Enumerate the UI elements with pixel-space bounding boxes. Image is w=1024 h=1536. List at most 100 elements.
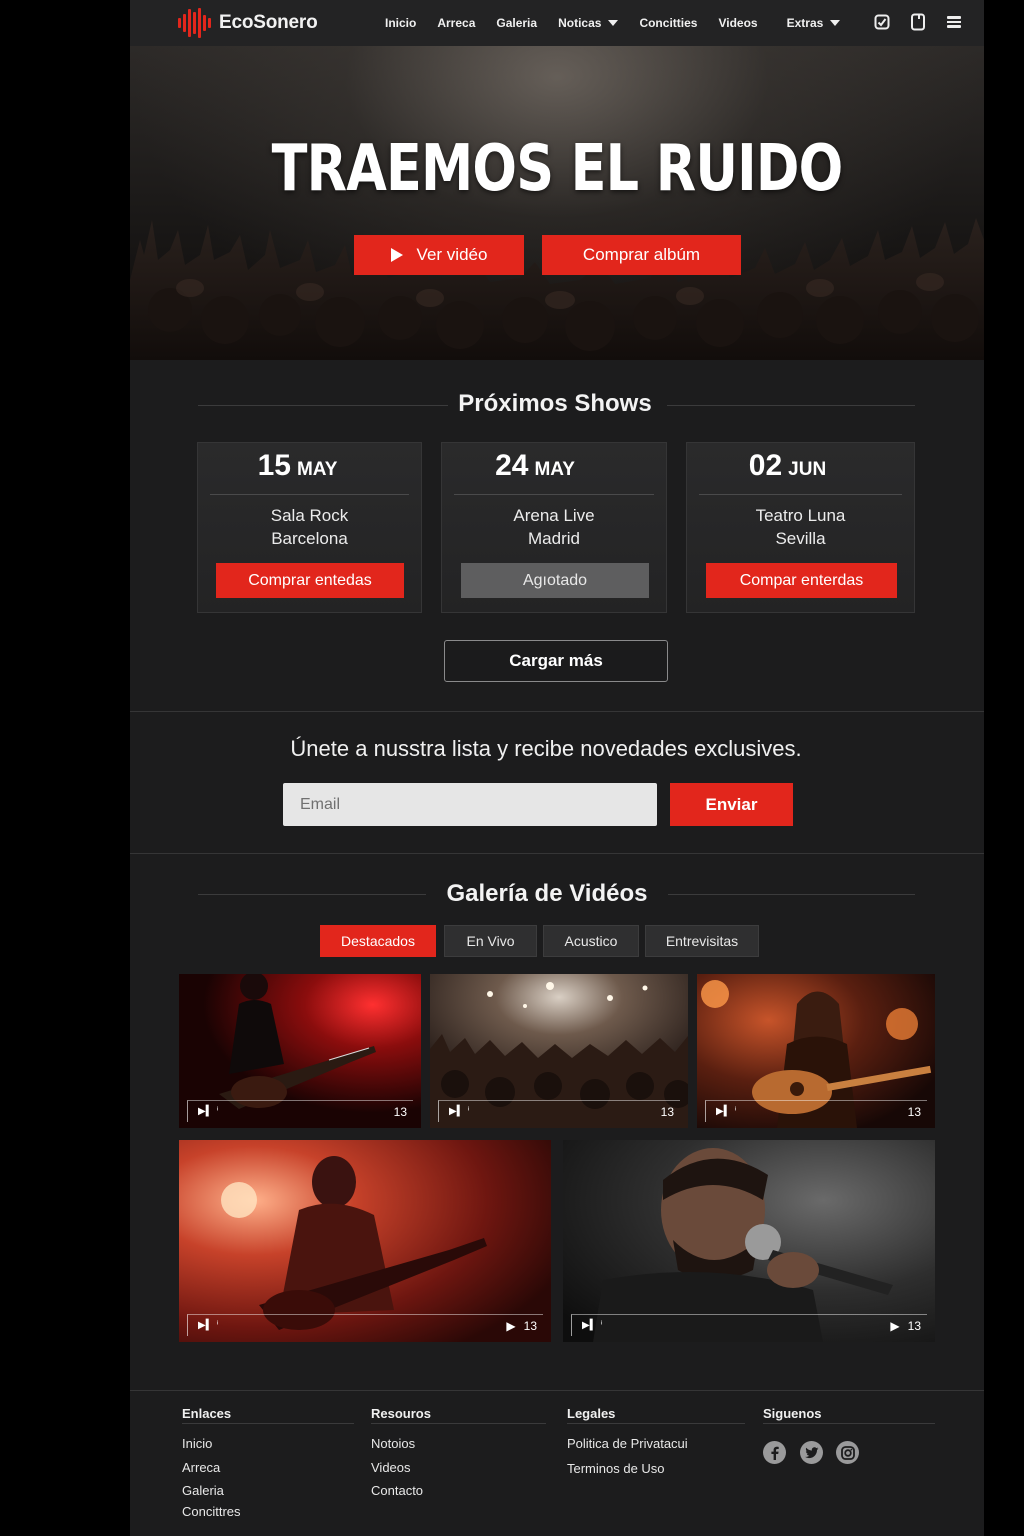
tablet-icon[interactable] — [908, 12, 928, 32]
hero-banner: TRAEMOS EL RUIDO Ver vidéo Comprar albúm — [130, 46, 984, 360]
tab-entrevistas[interactable]: Entrevisitas — [645, 925, 759, 957]
footer-divider — [182, 1423, 354, 1424]
footer-heading-links: Enlaces — [182, 1406, 232, 1421]
card-divider — [699, 494, 902, 495]
main-menu: Inicio Arreca Galeria Noticas Concitties… — [385, 0, 861, 46]
footer-heading-follow: Siguenos — [763, 1406, 822, 1421]
footer-heading-legal: Legales — [567, 1406, 616, 1421]
show-card: 24 MAY Arena Live Madrid Agıotado — [441, 442, 667, 613]
view-count-value: 13 — [523, 1318, 537, 1333]
buy-tickets-button[interactable]: Compar enterdas — [706, 563, 897, 598]
email-input[interactable] — [283, 783, 657, 826]
card-divider — [210, 494, 409, 495]
nav-item-arreca[interactable]: Arreca — [437, 16, 475, 30]
footer-heading-resources: Resouros — [371, 1406, 431, 1421]
section-divider — [130, 1390, 984, 1391]
section-divider — [130, 711, 984, 712]
twitter-icon[interactable] — [800, 1441, 823, 1464]
video-camera-icon[interactable]: ▶▍ ⁱ — [449, 1106, 469, 1117]
video-thumbnail[interactable]: ▶▍ ⁱ ▶ 13 — [179, 1140, 551, 1342]
show-day: 24 — [495, 449, 529, 482]
video-camera-icon[interactable]: ▶▍ ⁱ — [716, 1106, 736, 1117]
video-thumbnail[interactable]: ▶▍ ⁱ 13 — [697, 974, 935, 1128]
video-thumbnail[interactable]: ▶▍ ⁱ 13 — [179, 974, 421, 1128]
footer-link-notoios[interactable]: Notoios — [371, 1436, 415, 1451]
footer-link-terms[interactable]: Terminos de Uso — [567, 1461, 665, 1476]
video-controls: ▶▍ ⁱ ▶ 13 — [187, 1314, 543, 1336]
show-date: 24 MAY — [423, 449, 647, 483]
send-button[interactable]: Enviar — [670, 783, 793, 826]
footer-link-concittres[interactable]: Concittres — [182, 1504, 241, 1519]
chevron-down-icon — [608, 20, 619, 26]
nav-item-extras[interactable]: Extras — [787, 16, 841, 30]
show-venue: Arena Live — [513, 506, 595, 525]
video-thumbnail[interactable]: ▶▍ ⁱ ▶ 13 — [563, 1140, 935, 1342]
nav-item-noticas[interactable]: Noticas — [558, 16, 619, 30]
video-camera-icon[interactable]: ▶▍ ⁱ — [582, 1320, 602, 1331]
video-camera-icon[interactable]: ▶▍ ⁱ — [198, 1106, 218, 1117]
footer-link-privacy[interactable]: Politica de Privatacui — [567, 1436, 688, 1451]
show-city: Barcelona — [271, 529, 348, 548]
gallery-title: Galería de Vidéos — [446, 880, 648, 907]
menu-icon[interactable] — [944, 12, 964, 32]
show-card: 15 MAY Sala Rock Barcelona Comprar enteda… — [197, 442, 422, 613]
nav-item-galeria[interactable]: Galeria — [496, 16, 537, 30]
show-day: 15 — [257, 449, 291, 482]
nav-item-inicio[interactable]: Inicio — [385, 16, 416, 30]
nav-item-videos[interactable]: Videos — [718, 16, 757, 30]
video-controls: ▶▍ ⁱ 13 — [438, 1100, 680, 1122]
tab-en-vivo[interactable]: En Vivo — [444, 925, 537, 957]
video-controls: ▶▍ ⁱ ▶ 13 — [571, 1314, 927, 1336]
show-day: 02 — [748, 449, 783, 482]
video-controls: ▶▍ ⁱ 13 — [705, 1100, 927, 1122]
video-camera-icon[interactable]: ▶▍ ⁱ — [198, 1320, 218, 1331]
play-icon[interactable]: ▶ — [506, 1319, 515, 1333]
footer-link-inicio[interactable]: Inicio — [182, 1436, 212, 1451]
footer-divider — [371, 1423, 546, 1424]
show-city: Sevilla — [775, 529, 826, 548]
footer-link-videos[interactable]: Videos — [371, 1460, 411, 1475]
show-date: 02 JUN — [674, 449, 901, 483]
nav-item-noticas-label: Noticas — [558, 16, 602, 30]
buy-tickets-button[interactable]: Comprar entedas — [216, 563, 404, 598]
hero-title: TRAEMOS EL RUIDO — [271, 132, 844, 206]
nav-item-extras-label: Extras — [786, 16, 824, 30]
show-month: MAY — [296, 459, 338, 480]
watch-video-button[interactable]: Ver vidéo — [354, 235, 524, 275]
play-icon[interactable]: ▶ — [890, 1319, 899, 1333]
brand-name: EcoSonero — [219, 12, 318, 33]
view-count: ▶ 13 — [890, 1319, 921, 1333]
nav-item-concitties[interactable]: Concitties — [639, 16, 697, 30]
load-more-button[interactable]: Cargar más — [444, 640, 668, 682]
nav-icon-group — [872, 12, 964, 32]
footer-link-contacto[interactable]: Contacto — [371, 1483, 423, 1498]
show-date: 15 MAY — [186, 449, 409, 483]
view-count: 13 — [907, 1104, 921, 1119]
page: EcoSonero Inicio Arreca Galeria Noticas … — [130, 0, 984, 1536]
shows-title: Próximos Shows — [458, 390, 652, 417]
view-count-value: 13 — [907, 1318, 921, 1333]
video-thumbnail[interactable]: ▶▍ ⁱ 13 — [430, 974, 688, 1128]
buy-album-button[interactable]: Comprar albúm — [542, 235, 741, 275]
view-count: ▶ 13 — [506, 1319, 537, 1333]
sold-out-button: Agıotado — [461, 563, 649, 598]
tab-destacados[interactable]: Destacados — [320, 925, 436, 957]
view-count: 13 — [393, 1104, 407, 1119]
show-city: Madrid — [528, 529, 580, 548]
tab-acustico[interactable]: Acustico — [543, 925, 639, 957]
instagram-icon[interactable] — [836, 1441, 859, 1464]
facebook-icon[interactable] — [763, 1441, 786, 1464]
checkbox-icon[interactable] — [872, 12, 892, 32]
chevron-down-icon — [830, 20, 841, 26]
footer-link-arreca[interactable]: Arreca — [182, 1460, 220, 1475]
footer-divider — [567, 1423, 745, 1424]
show-venue: Sala Rock — [270, 506, 349, 525]
singer-microphone-image — [563, 1140, 935, 1342]
brand-logo[interactable]: EcoSonero — [178, 8, 318, 38]
show-month: JUN — [788, 459, 827, 480]
guitarist-fire-image — [179, 1140, 551, 1342]
view-count: 13 — [660, 1104, 674, 1119]
show-month: MAY — [534, 459, 575, 480]
show-card: 02 JUN Teatro Luna Sevilla Compar enterda… — [686, 442, 915, 613]
footer-link-galeria[interactable]: Galeria — [182, 1483, 224, 1498]
